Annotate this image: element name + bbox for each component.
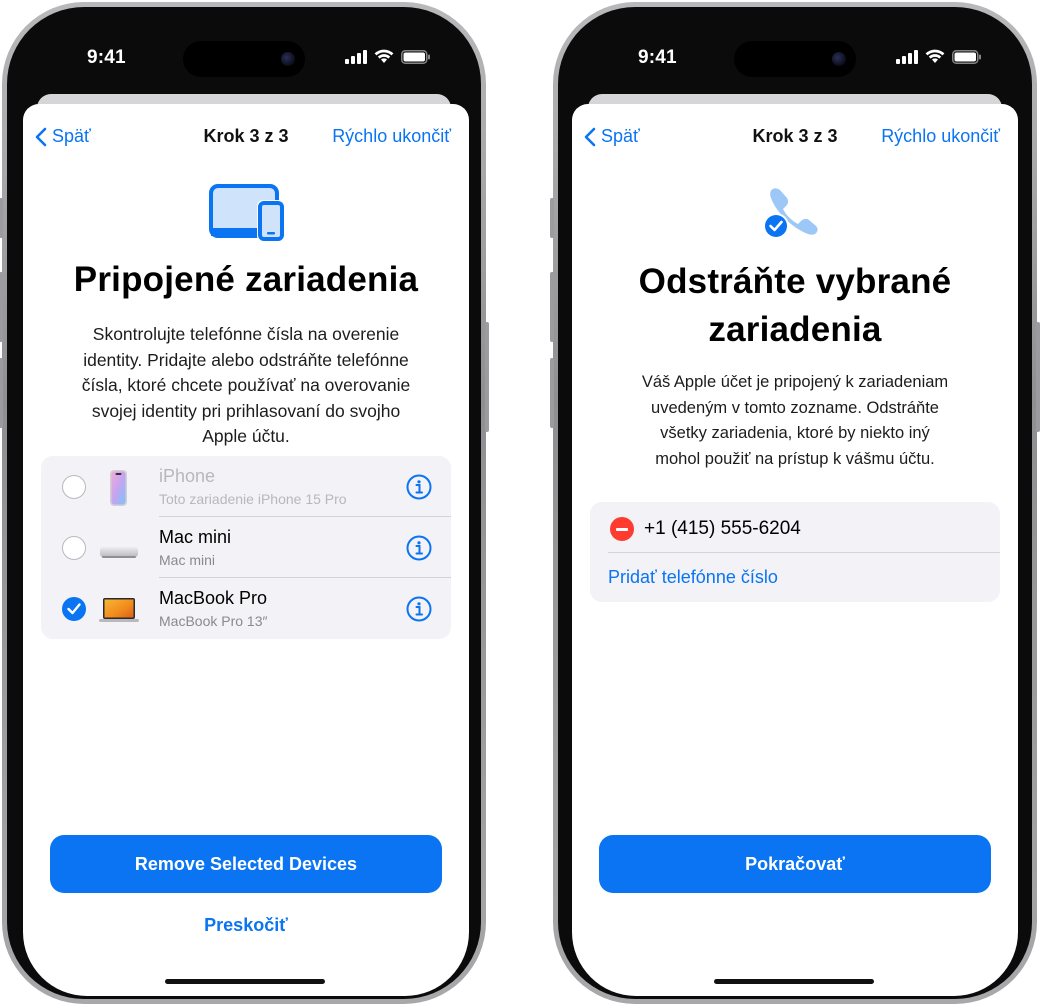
row-separator [608,552,1000,553]
iphone-icon [110,470,127,506]
page-title-line: Odstráňte vybrané [638,262,952,301]
chevron-left-icon [584,127,596,146]
device-subtitle: Toto zariadenie iPhone 15 Pro [159,491,347,507]
cellular-signal-icon [345,49,367,64]
volume-down-button [550,358,554,428]
left-phone-frame: 9:41 Späť Krok 3 z 3 Rýchlo ukončiť Prip… [0,2,489,1004]
page-title: Odstráňte vybrané zariadenia [582,258,1008,354]
right-phone-frame: 9:41 Späť Krok 3 z 3 Rýchlo ukončiť Odst… [550,2,1040,1004]
device-row-iphone[interactable]: iPhone Toto zariadenie iPhone 15 Pro [41,456,451,517]
continue-button[interactable]: Pokračovať [599,835,991,893]
devices-icon [209,184,285,242]
description-line: svojej identity pri prihlasovaní do svoj… [91,400,401,421]
right-screen: Späť Krok 3 z 3 Rýchlo ukončiť Odstráňte… [572,104,1018,996]
description: Váš Apple účet je pripojený k zariadenia… [592,370,998,472]
quick-exit-button[interactable]: Rýchlo ukončiť [332,126,451,147]
description-line: uvedeným v tomto zozname. Odstráňte [651,398,939,417]
dynamic-island [183,41,305,77]
skip-button[interactable]: Preskočiť [23,915,469,936]
device-subtitle: Mac mini [159,552,216,568]
checkmark-icon [67,603,81,615]
phone-number: +1 (415) 555-6204 [644,518,801,539]
add-phone-number-button[interactable]: Pridať telefónne číslo [608,567,778,588]
description-line: čísla, ktoré chcete používať na overovan… [81,375,411,395]
device-row-mac-mini[interactable]: Mac mini Mac mini [41,517,451,578]
device-name: MacBook Pro [159,588,268,608]
info-icon[interactable] [406,596,432,622]
radio-button[interactable] [62,536,86,560]
bezel: 9:41 [558,7,1032,999]
navigation-bar: Späť Krok 3 z 3 Rýchlo ukončiť [572,122,1018,152]
status-time: 9:41 [638,47,677,68]
quick-exit-button[interactable]: Rýchlo ukončiť [881,126,1000,147]
description-line: mohol použiť na prístup k vášmu účtu. [655,449,935,468]
home-indicator [714,979,874,984]
side-button [485,322,489,432]
camera-icon [281,52,295,66]
wifi-icon [925,49,945,63]
info-icon[interactable] [406,474,432,500]
macbook-icon [99,598,139,622]
back-label: Späť [601,126,640,146]
device-list: iPhone Toto zariadenie iPhone 15 Pro Mac… [41,456,451,639]
mac-mini-icon [100,547,138,558]
status-icons [896,49,982,64]
description: Skontrolujte telefónne čísla na overenie… [43,322,449,450]
radio-button[interactable] [62,475,86,499]
cellular-signal-icon [896,49,918,64]
side-button [1036,322,1040,432]
battery-icon [952,49,981,64]
phone-number-list: +1 (415) 555-6204 Pridať telefónne číslo [590,502,1000,602]
chevron-left-icon [35,127,47,146]
remove-selected-devices-button[interactable]: Remove Selected Devices [50,835,442,893]
device-name: Mac mini [159,527,232,547]
volume-up-button [0,272,3,342]
device-subtitle: MacBook Pro 13″ [159,613,268,629]
description-line: Váš Apple účet je pripojený k zariadenia… [641,373,949,391]
radio-button-checked[interactable] [62,597,86,621]
navigation-bar: Späť Krok 3 z 3 Rýchlo ukončiť [23,122,469,152]
action-button [0,198,3,238]
home-indicator [165,979,325,984]
description-line: identity. Pridajte alebo odstráňte telef… [83,349,409,370]
camera-icon [832,52,846,66]
back-button[interactable]: Späť [35,126,91,147]
back-button[interactable]: Späť [584,126,640,147]
battery-icon [401,49,430,64]
phone-checkmark-icon [763,188,818,239]
wifi-icon [374,49,394,63]
device-row-macbook-pro[interactable]: MacBook Pro MacBook Pro 13″ [41,578,451,639]
status-icons [345,49,431,64]
info-icon[interactable] [406,535,432,561]
action-button [550,198,554,238]
status-bar: 9:41 [7,7,481,97]
description-line: Apple účtu. [202,426,290,446]
page-title: Pripojené zariadenia [73,260,419,299]
volume-up-button [550,272,554,342]
page-title-line: zariadenia [708,310,882,349]
volume-down-button [0,358,3,428]
device-name: iPhone [159,466,216,486]
left-screen: Späť Krok 3 z 3 Rýchlo ukončiť Pripojené… [23,104,469,996]
dynamic-island [734,41,856,77]
remove-phone-icon[interactable] [610,517,634,541]
bezel: 9:41 [7,7,481,999]
status-bar: 9:41 [558,7,1032,97]
description-line: všetky zariadenia, ktoré by niekto iný [660,424,930,442]
description-line: Skontrolujte telefónne čísla na overenie [92,324,400,344]
status-time: 9:41 [87,47,126,68]
back-label: Späť [52,126,91,146]
